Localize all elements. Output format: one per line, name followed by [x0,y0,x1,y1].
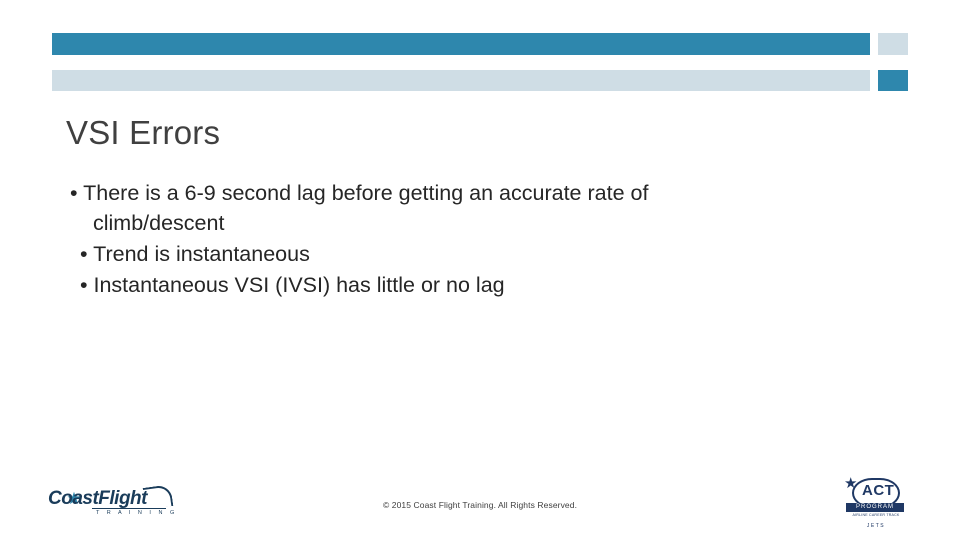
coastflight-wordmark: CoastFlight [48,488,148,509]
bullet-item-2: • Trend is instantaneous [80,242,310,266]
act-tagline: AIRLINE CAREER TRACK [852,513,900,517]
header-bar-secondary [52,70,870,91]
header-bar-primary [52,33,870,55]
act-program-band: PROGRAM [846,503,904,512]
header-bar-primary-accent-square [878,33,908,55]
slide: VSI Errors • There is a 6-9 second lag b… [0,0,960,540]
bullet-item-1-line-1: • There is a 6-9 second lag before getti… [70,181,649,205]
coastflight-subtitle: T R A I N I N G [96,510,178,516]
header-bar-secondary-accent-square [878,70,908,91]
coastflight-logo: ★ CoastFlight T R A I N I N G [48,484,178,526]
star-icon: ★ [844,475,858,492]
slide-body: • There is a 6-9 second lag before getti… [62,178,852,300]
bullet-item-3: • Instantaneous VSI (IVSI) has little or… [80,273,505,297]
bullet-item-1-line-2: climb/descent [93,211,225,235]
slide-title: VSI Errors [66,114,221,151]
act-subtitle: JETS [866,523,886,529]
act-acronym: ACT [862,482,895,499]
swoosh-icon [142,484,174,510]
footer-copyright: © 2015 Coast Flight Training. All Rights… [382,500,578,510]
act-logo: ★ ACT PROGRAM AIRLINE CAREER TRACK JETS [838,475,914,530]
bullet-item-1: • There is a 6-9 second lag before getti… [62,178,852,238]
